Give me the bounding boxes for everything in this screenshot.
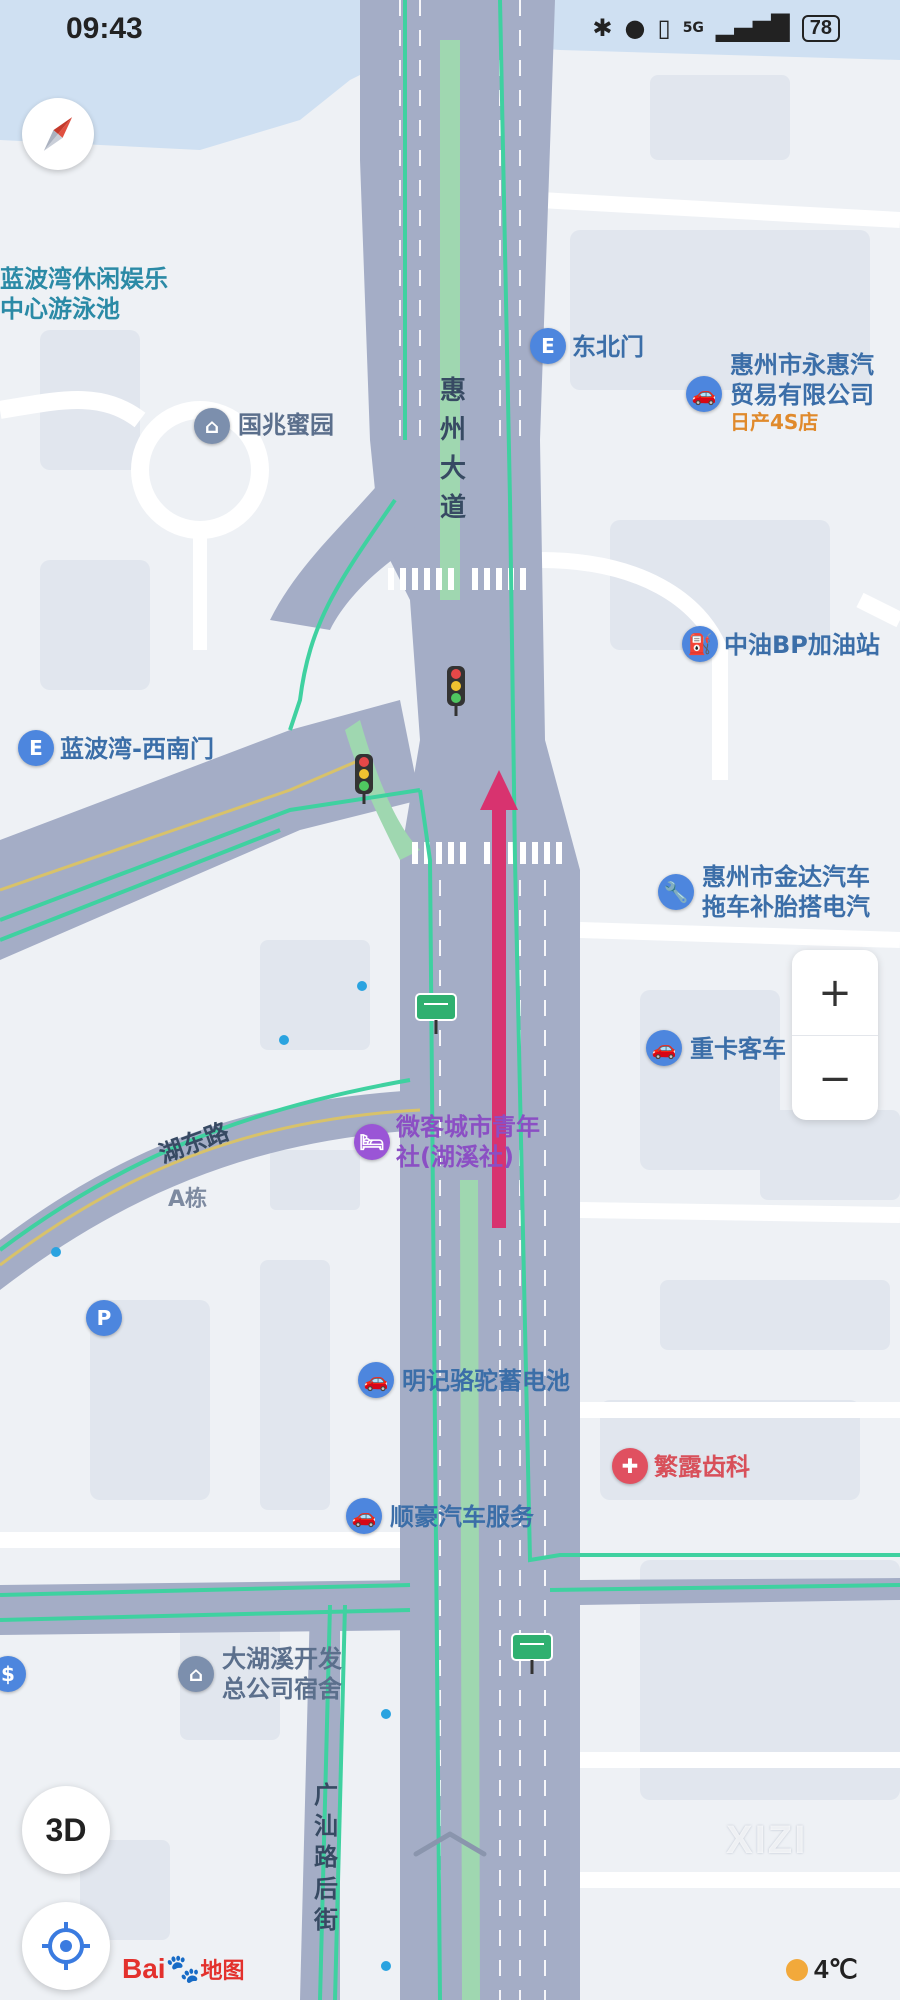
poi-yonghui[interactable]: 惠州市永惠汽 贸易有限公司 日产4S店	[730, 350, 874, 435]
poi-jinda-line2: 拖车补胎搭电汽	[702, 893, 870, 921]
car-pin-icon-3[interactable]: 🚗	[358, 1362, 394, 1398]
poi-dormitory-line2: 总公司宿舍	[222, 1675, 342, 1703]
car-service-pin-icon[interactable]: 🚗	[346, 1498, 382, 1534]
poi-jinda[interactable]: 惠州市金达汽车 拖车补胎搭电汽	[702, 862, 870, 922]
road-label-main-avenue: 惠州大道	[440, 376, 467, 523]
weather-widget[interactable]: 4℃	[786, 1954, 858, 1985]
gate-pin-icon-west[interactable]: E	[18, 730, 54, 766]
baidu-map-logo: Bai🐾地图	[122, 1952, 244, 1985]
poi-hostel-line1: 微客城市青年	[396, 1113, 540, 1141]
paw-icon: 🐾	[165, 1953, 201, 1984]
residential-pin-icon[interactable]: ⌂	[194, 408, 230, 444]
poi-mingji[interactable]: 明记骆驼蓄电池	[402, 1366, 570, 1396]
poi-nissan: 日产4S店	[730, 410, 819, 434]
zoom-in-button[interactable]: +	[792, 950, 878, 1036]
poi-dormitory[interactable]: 大湖溪开发 总公司宿舍	[222, 1644, 342, 1704]
repair-pin-icon[interactable]: 🔧	[658, 874, 694, 910]
hotel-pin-icon[interactable]: 🛏	[354, 1124, 390, 1160]
car-pin-icon[interactable]: 🚗	[686, 376, 722, 412]
signal-icon: ▂▄▆█	[715, 14, 790, 42]
poi-heavy-truck[interactable]: 重卡客车	[690, 1034, 786, 1064]
network-label: 5G	[682, 20, 704, 36]
poi-lanbowan-west-gate[interactable]: 蓝波湾-西南门	[60, 734, 214, 764]
3d-view-button[interactable]: 3D	[22, 1786, 110, 1874]
poi-lanbowan-leisure[interactable]: 蓝波湾休闲娱乐 中心游泳池	[0, 264, 168, 324]
poi-lanbowan-leisure-line1: 蓝波湾休闲娱乐	[0, 265, 168, 293]
sun-icon	[786, 1958, 808, 1981]
xizi-watermark: XIZI	[726, 1818, 808, 1862]
poi-northeast-gate[interactable]: 东北门	[572, 332, 644, 362]
compass-button[interactable]	[22, 98, 94, 170]
poi-guozhao[interactable]: 国兆蜜园	[238, 410, 334, 440]
poi-dental[interactable]: 繁露齿科	[654, 1452, 750, 1482]
poi-yonghui-line1: 惠州市永惠汽	[730, 351, 874, 379]
poi-lanbowan-leisure-line2: 中心游泳池	[0, 295, 120, 323]
poi-hostel[interactable]: 微客城市青年 社(湖溪社)	[396, 1112, 540, 1172]
gas-station-pin-icon[interactable]: ⛽	[682, 626, 718, 662]
battery-indicator: 78	[801, 14, 840, 42]
poi-shunhao[interactable]: 顺豪汽车服务	[390, 1502, 534, 1532]
status-bar: 09:43 ✱ ● ▯ 5G ▂▄▆█ 78	[0, 0, 900, 62]
dental-pin-icon[interactable]: ✚	[612, 1448, 648, 1484]
baidu-logo-text: Bai	[122, 1953, 166, 1984]
pull-up-chevron-icon[interactable]	[412, 1828, 488, 1858]
poi-yonghui-line2: 贸易有限公司	[730, 381, 874, 409]
poi-jinda-line1: 惠州市金达汽车	[702, 863, 870, 891]
temperature-label: 4℃	[814, 1954, 858, 1984]
car-pin-icon-2[interactable]: 🚗	[646, 1030, 682, 1066]
status-icons: ✱ ● ▯ 5G ▂▄▆█ 78	[592, 14, 840, 42]
status-time: 09:43	[66, 12, 143, 45]
poi-hostel-line2: 社(湖溪社)	[396, 1143, 514, 1171]
poi-bp-station[interactable]: 中油BP加油站	[724, 630, 880, 660]
poi-dormitory-line1: 大湖溪开发	[222, 1645, 342, 1673]
vibrate-icon: ▯	[657, 14, 671, 42]
dormitory-pin-icon[interactable]: ⌂	[178, 1656, 214, 1692]
locate-button[interactable]	[22, 1902, 110, 1990]
bluetooth-icon: ✱	[592, 14, 613, 42]
building-a-label: A栋	[168, 1187, 208, 1212]
zoom-control: + −	[792, 950, 878, 1120]
baidu-logo-map-text: 地图	[200, 1958, 245, 1983]
parking-pin-icon[interactable]: P	[86, 1300, 122, 1336]
zoom-out-button[interactable]: −	[792, 1036, 878, 1121]
gate-pin-icon[interactable]: E	[530, 328, 566, 364]
locate-icon	[42, 1922, 90, 1970]
compass-icon	[43, 117, 73, 151]
road-label-guangshan-rear-street: 广汕路后街	[314, 1781, 338, 1934]
location-icon: ●	[624, 14, 646, 42]
